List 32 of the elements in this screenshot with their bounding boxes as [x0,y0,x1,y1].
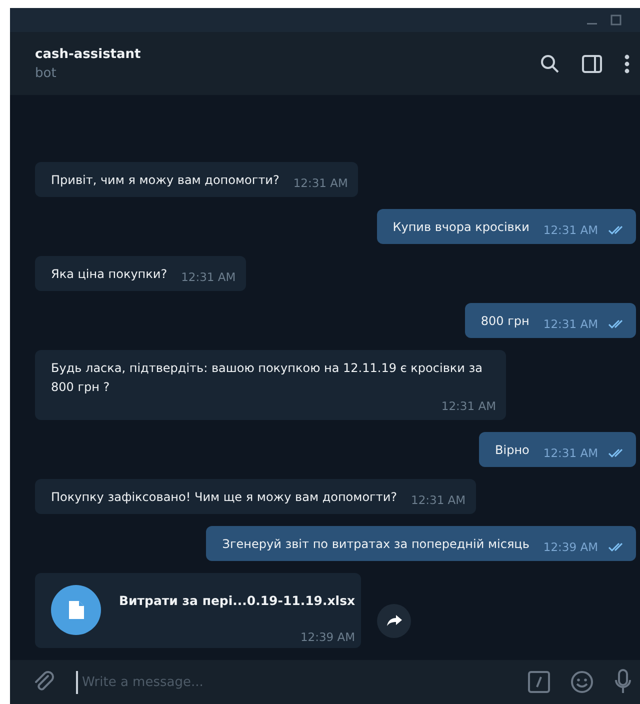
message-time: 12:31 AM [543,223,598,237]
message-text: Привіт, чим я можу вам допомогти? [51,172,280,189]
sidebar-icon[interactable] [582,54,602,72]
file-name: Витрати за пері...0.19-11.19.xlsx [119,593,356,608]
maximize-icon[interactable] [610,14,622,26]
message-input[interactable]: Write a message... [76,670,508,694]
message-text: Вірно [495,442,530,459]
message-text: Покупку зафіксовано! Чим ще я можу вам допомогти? [51,489,398,506]
message-time: 12:31 AM [411,493,466,507]
message-time: 12:39 AM [543,540,598,554]
message-time: 12:31 AM [543,317,598,331]
chat-title: cash-assistant [35,46,142,62]
message-time: 12:31 AM [543,446,598,460]
message-text: 800 грн [480,313,530,330]
message-time: 12:31 AM [181,270,236,284]
search-icon[interactable] [540,54,560,74]
message-text: Яка ціна покупки? [51,266,168,283]
message-time: 12:31 AM [441,399,496,413]
microphone-icon[interactable] [614,669,632,695]
commands-icon[interactable] [528,671,550,693]
message-text: Будь ласка, підтвердіть: вашою покупкою на 12.11.19 є кросівки за 800 грн ? [51,360,484,396]
file-message-bubble[interactable]: Витрати за пері...0.19-11.19.xlsx 12:39 AM [35,573,361,648]
message-time: 12:39 AM [300,630,356,644]
message-text: Згенеруй звіт по витратах за попередній місяць [222,536,530,553]
chat-status: bot [35,66,58,80]
message-time: 12:31 AM [293,176,348,190]
more-icon[interactable] [624,54,630,74]
document-icon[interactable] [51,585,101,635]
forward-button[interactable] [377,604,411,638]
message-text: Купив вчора кросівки [392,219,530,236]
message-composer[interactable]: Write a message... [10,660,640,704]
emoji-icon[interactable] [570,670,594,694]
